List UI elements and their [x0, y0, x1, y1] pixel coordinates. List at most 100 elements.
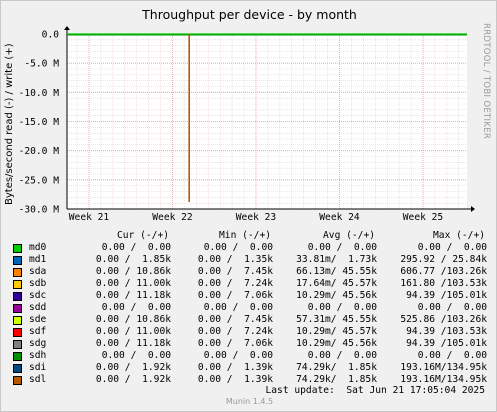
x-tick-label: Week 24: [319, 212, 360, 223]
legend-row: sdh 0.00 / 0.00 0.00 / 0.00 0.00 / 0.00 0.00…: [13, 350, 496, 362]
legend-row: md0 0.00 / 0.00 0.00 / 0.00 0.00 / 0.00 0.00…: [13, 242, 496, 254]
legend-column-header: Avg (-/+): [323, 230, 375, 241]
y-tick-label: -15.0 M: [19, 117, 60, 128]
legend-swatch: [13, 256, 22, 265]
x-tick-label: Week 22: [152, 212, 192, 223]
legend-row: sdi 0.00 / 1.92k 0.00 / 1.39k 74.29k/ 1.85k…: [13, 362, 496, 374]
legend-value-max: 525.86 /103.26k: [400, 314, 487, 325]
legend-row: sdd 0.00 / 0.00 0.00 / 0.00 0.00 / 0.00 0.00…: [13, 302, 496, 314]
legend-value-max: 94.39 /105.01k: [406, 338, 487, 349]
legend-value-cur: 0.00 / 0.00: [101, 242, 171, 253]
legend-value-avg: 74.29k/ 1.85k: [296, 362, 377, 373]
x-axis-arrow: [471, 206, 475, 212]
legend-row: sdc 0.00 / 11.18k 0.00 / 7.06k 10.29m/ 45.5…: [13, 290, 496, 302]
legend-row: sdg 0.00 / 11.18k 0.00 / 7.06k 10.29m/ 45.5…: [13, 338, 496, 350]
legend-value-min: 0.00 / 7.06k: [197, 338, 273, 349]
legend-swatch: [13, 304, 22, 313]
legend-series-name: sde: [29, 314, 47, 325]
legend-value-min: 0.00 / 7.24k: [197, 278, 273, 289]
legend-series-name: sdf: [29, 326, 47, 337]
legend-series-name: sda: [29, 266, 47, 277]
legend-value-min: 0.00 / 0.00: [203, 242, 273, 253]
y-tick-label: -30.0 M: [19, 205, 60, 216]
legend-value-avg: 0.00 / 0.00: [307, 350, 377, 361]
legend-series-name: sdi: [29, 362, 47, 373]
legend-value-min: 0.00 / 0.00: [203, 302, 273, 313]
legend-value-max: 193.16M/134.95k: [400, 362, 487, 373]
legend-swatch: [13, 316, 22, 325]
x-tick-label: Week 21: [69, 212, 110, 223]
legend-row: sda 0.00 / 10.86k 0.00 / 7.45k 66.13m/ 45.5…: [13, 266, 496, 278]
legend-swatch: [13, 244, 22, 253]
legend-value-max: 161.80 /103.53k: [400, 278, 487, 289]
legend-value-cur: 0.00 / 11.00k: [95, 278, 171, 289]
legend-series-name: sdg: [29, 338, 47, 349]
y-axis-arrow: [64, 26, 70, 30]
legend-value-max: 0.00 / 0.00: [417, 302, 487, 313]
legend-value-cur: 0.00 / 1.92k: [95, 362, 171, 373]
legend-value-avg: 66.13m/ 45.55k: [296, 266, 377, 277]
y-tick-label: 0.0: [42, 30, 60, 41]
legend-swatch: [13, 328, 22, 337]
legend-value-min: 0.00 / 1.35k: [197, 254, 273, 265]
legend-value-cur: 0.00 / 0.00: [101, 302, 171, 313]
legend-series-name: sdh: [29, 350, 47, 361]
legend-swatch: [13, 352, 22, 361]
legend-series-name: md1: [29, 254, 47, 265]
legend-value-min: 0.00 / 1.39k: [197, 362, 273, 373]
legend-series-name: sdd: [29, 302, 47, 313]
legend-swatch: [13, 268, 22, 277]
legend-row: sde 0.00 / 10.86k 0.00 / 7.45k 57.31m/ 45.5…: [13, 314, 496, 326]
legend-value-cur: 0.00 / 1.85k: [95, 254, 171, 265]
legend-series-name: md0: [29, 242, 47, 253]
legend-value-max: 606.77 /103.26k: [400, 266, 487, 277]
x-tick-label: Week 23: [236, 212, 277, 223]
legend-series-name: sdb: [29, 278, 47, 289]
legend-value-max: 0.00 / 0.00: [417, 350, 487, 361]
legend-column-header: Max (-/+): [433, 230, 485, 241]
legend-value-cur: 0.00 / 0.00: [101, 350, 171, 361]
y-tick-label: -10.0 M: [19, 88, 60, 99]
munin-version: Munin 1.4.5: [225, 397, 274, 406]
legend-value-min: 0.00 / 1.39k: [197, 374, 273, 385]
legend-swatch: [13, 292, 22, 301]
legend-value-avg: 0.00 / 0.00: [307, 302, 377, 313]
legend-column-header: Cur (-/+): [117, 230, 169, 241]
legend-value-avg: 10.29m/ 45.56k: [296, 290, 377, 301]
legend-series-name: sdl: [29, 374, 47, 385]
legend-series-name: sdc: [29, 290, 47, 301]
legend-value-max: 0.00 / 0.00: [417, 242, 487, 253]
last-update: Last update: Sat Jun 21 17:05:04 2025: [265, 385, 486, 396]
legend-value-min: 0.00 / 7.45k: [197, 314, 273, 325]
legend-value-avg: 10.29m/ 45.56k: [296, 338, 377, 349]
legend-value-min: 0.00 / 7.24k: [197, 326, 273, 337]
legend-swatch: [13, 364, 22, 373]
y-tick-label: -5.0 M: [24, 59, 59, 70]
legend-value-cur: 0.00 / 1.92k: [95, 374, 171, 385]
legend-swatch: [13, 340, 22, 349]
legend-value-avg: 0.00 / 0.00: [307, 242, 377, 253]
legend-value-cur: 0.00 / 10.86k: [95, 314, 171, 325]
legend-column-header: Min (-/+): [219, 230, 271, 241]
legend-row: sdb 0.00 / 11.00k 0.00 / 7.24k 17.64m/ 45.5…: [13, 278, 496, 290]
legend-value-max: 193.16M/134.95k: [400, 374, 487, 385]
legend-swatch: [13, 376, 22, 385]
legend-value-cur: 0.00 / 11.00k: [95, 326, 171, 337]
legend-value-avg: 17.64m/ 45.57k: [296, 278, 377, 289]
graph-frame: Throughput per device - by month RRDTOOL…: [0, 0, 497, 412]
legend-value-max: 295.92 / 25.84k: [400, 254, 487, 265]
legend-value-max: 94.39 /105.01k: [406, 290, 487, 301]
legend-value-avg: 74.29k/ 1.85k: [296, 374, 377, 385]
legend-value-cur: 0.00 / 10.86k: [95, 266, 171, 277]
legend-swatch: [13, 280, 22, 289]
y-tick-label: -20.0 M: [19, 146, 60, 157]
legend-value-min: 0.00 / 7.45k: [197, 266, 273, 277]
legend-row: md1 0.00 / 1.85k 0.00 / 1.35k 33.81m/ 1.73k…: [13, 254, 496, 266]
legend-value-min: 0.00 / 7.06k: [197, 290, 273, 301]
legend-row: sdf 0.00 / 11.00k 0.00 / 7.24k 10.29m/ 45.5…: [13, 326, 496, 338]
x-tick-label: Week 25: [403, 212, 443, 223]
legend-value-cur: 0.00 / 11.18k: [95, 290, 171, 301]
legend-value-avg: 57.31m/ 45.55k: [296, 314, 377, 325]
legend-value-cur: 0.00 / 11.18k: [95, 338, 171, 349]
legend-value-avg: 10.29m/ 45.57k: [296, 326, 377, 337]
